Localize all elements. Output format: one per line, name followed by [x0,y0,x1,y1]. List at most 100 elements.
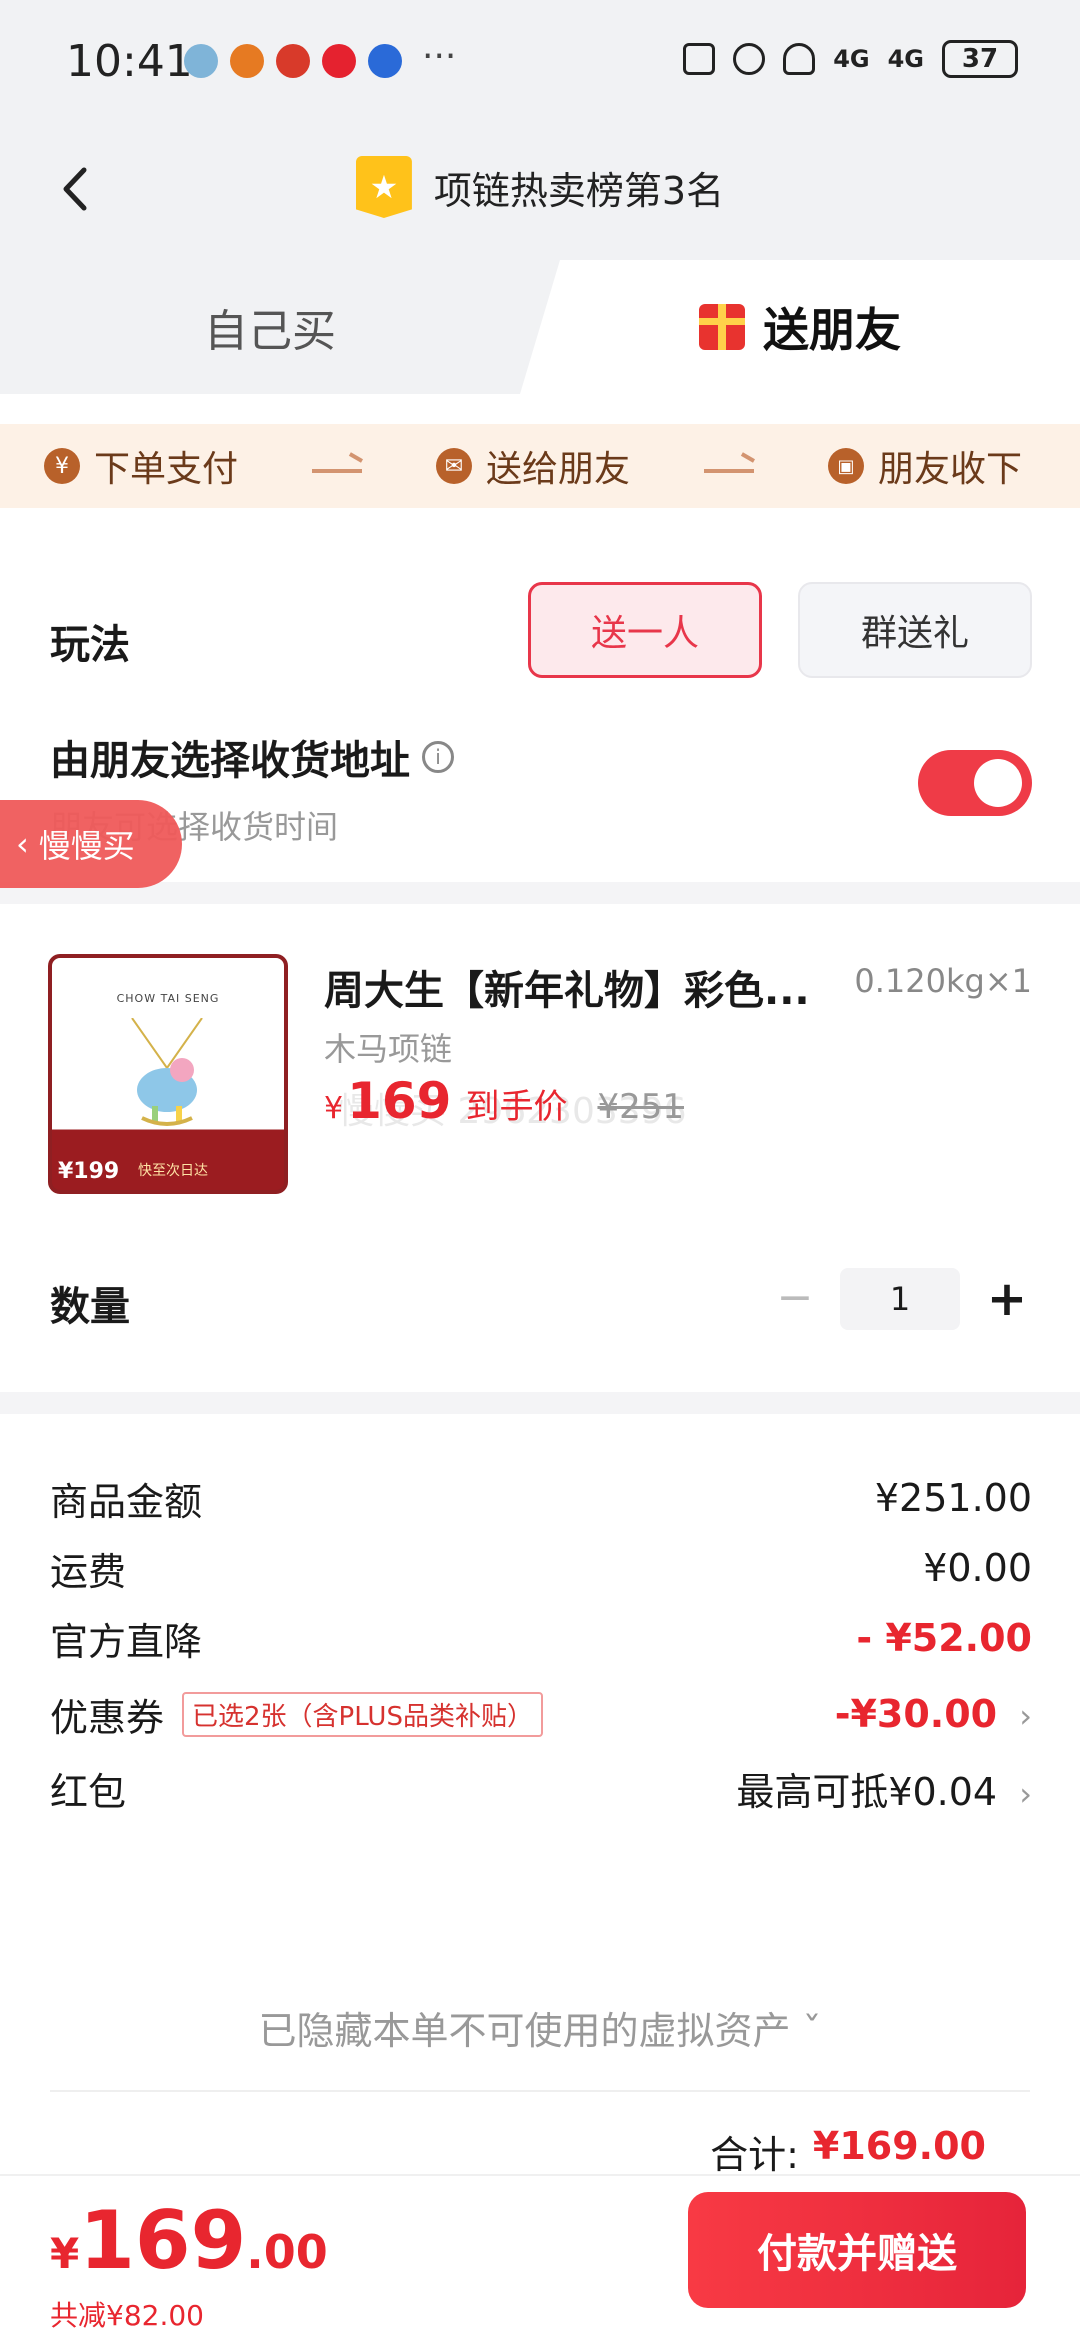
wechat-icon: ✉ [435,448,472,484]
quantity-label: 数量 [50,1284,130,1330]
status-right: 4G 4G 37 [683,40,1018,78]
image-fast-delivery: 快至次日达 [138,1163,208,1179]
goods-amount-label: 商品金额 [50,1479,203,1524]
coupon-value-wrap: -¥30.00 › [835,1692,1032,1736]
app-notification-icon [276,44,310,78]
status-time: 10:41 [66,36,193,87]
step-label: 下单支付 [94,449,239,490]
step-send: ✉ 送给朋友 [435,440,630,492]
tab-self-buy[interactable]: 自己买 [0,260,540,394]
product-price: ¥ 169 到手价 ¥251 [324,1072,684,1130]
friend-address-text: 由朋友选择收货地址 [50,738,410,784]
status-more: ··· [422,36,457,77]
product-weight: 0.120kg×1 [854,962,1032,1000]
final-price-int: 169 [79,2194,247,2287]
fee-breakdown: 商品金额 ¥251.00 运费 ¥0.00 官方直降 - ¥52.00 优惠券 … [0,1414,1080,2177]
mute-icon [783,43,816,75]
header: ★ 项链热卖榜第3名 [0,120,1080,260]
horse-necklace-image [131,1018,203,1126]
app-notification-icon [230,44,264,78]
app-notification-icon [322,44,356,78]
coupon-tag: 已选2张（含PLUS品类补贴） [182,1691,543,1737]
redpacket-row[interactable]: 红包 最高可抵¥0.04 › [50,1758,1032,1818]
signal-2: 4G [887,45,924,73]
chevron-right-icon: › [1019,1697,1032,1735]
redpacket-value-wrap: 最高可抵¥0.04 › [736,1761,1032,1816]
image-price-badge: ¥199 [58,1159,120,1184]
coupon-label-wrap: 优惠券 已选2张（含PLUS品类补贴） [50,1687,543,1742]
purchase-tabs: 自己买 送朋友 [0,260,1080,394]
coupon-label: 优惠券 [50,1695,165,1740]
official-discount-value: - ¥52.00 [856,1616,1032,1660]
redpacket-value: 最高可抵¥0.04 [736,1769,998,1814]
final-currency: ¥ [50,2229,80,2278]
gift-steps: ¥ 下单支付 ✉ 送给朋友 ▣ 朋友收下 [0,424,1080,508]
info-icon[interactable]: i [422,741,454,773]
price-value: 169 [347,1072,452,1130]
manmanmai-float-button[interactable]: ‹ 慢慢买 [0,800,182,888]
nfc-icon [683,43,716,75]
signal-1: 4G [833,45,870,73]
redpacket-label: 红包 [50,1769,127,1814]
tab-send-friend[interactable]: 送朋友 [520,260,1080,394]
quantity-minus-button[interactable]: − [777,1272,814,1323]
final-price-dec: .00 [246,2225,328,2279]
coupon-row[interactable]: 优惠券 已选2张（含PLUS品类补贴） -¥30.00 › [50,1684,1032,1744]
product-card: CHOW TAI SENG ¥199 快至次日达 周大生【新年礼物】彩色... … [0,904,1080,1392]
official-discount-label: 官方直降 [50,1619,203,1664]
arrow-icon [703,459,754,473]
hidden-assets-toggle[interactable]: 已隐藏本单不可使用的虚拟资产 ˇ [0,2000,1080,2055]
gift-icon [699,304,745,350]
quantity-plus-button[interactable]: + [984,1268,1030,1330]
total-label: 合计: [710,2133,799,2177]
gift-steps-section: ¥ 下单支付 ✉ 送给朋友 ▣ 朋友收下 [0,394,1080,532]
coupon-value: -¥30.00 [834,1692,998,1736]
checkout-bar: ¥ 169 .00 共减¥82.00 付款并赠送 [0,2174,1080,2340]
step-receive: ▣ 朋友收下 [827,440,1022,492]
product-name[interactable]: 周大生【新年礼物】彩色... [324,958,844,1016]
alarm-icon [733,43,766,75]
app-notification-icon [368,44,402,78]
group-gift-button[interactable]: 群送礼 [798,582,1032,678]
battery-icon: 37 [942,40,1018,78]
price-tag: 到手价 [465,1087,568,1127]
manmanmai-label: 慢慢买 [38,827,135,865]
title-wrap: ★ 项链热卖榜第3名 [0,156,1080,218]
step-label: 送给朋友 [485,449,630,490]
send-one-button[interactable]: 送一人 [528,582,762,678]
toggle-knob [974,759,1022,807]
tab-send-friend-label: 送朋友 [763,303,901,357]
shipping-row: 运费 ¥0.00 [50,1538,1032,1598]
official-discount-row: 官方直降 - ¥52.00 [50,1608,1032,1668]
original-price: ¥251 [597,1087,684,1127]
yuan-icon: ¥ [44,448,80,484]
price-currency: ¥ [324,1091,344,1126]
product-brand: CHOW TAI SENG [116,992,220,1005]
friend-address-toggle[interactable] [918,750,1032,816]
arrow-icon [312,459,362,473]
battery-level: 37 [961,44,999,74]
total-value: ¥169.00 [812,2124,986,2168]
star-icon: ★ [355,156,412,218]
product-spec: 木马项链 [324,1030,453,1068]
friend-address-label: 由朋友选择收货地址 i [50,728,454,786]
goods-amount-value: ¥251.00 [874,1476,1032,1520]
final-price: ¥ 169 .00 [50,2194,328,2287]
product-image[interactable]: CHOW TAI SENG ¥199 快至次日达 [48,954,288,1194]
chevron-right-icon: › [1019,1774,1032,1813]
quantity-input[interactable]: 1 [840,1268,960,1330]
divider [50,2090,1030,2092]
pay-and-gift-button[interactable]: 付款并赠送 [688,2192,1026,2308]
status-app-icons [184,44,402,78]
play-label: 玩法 [50,622,130,668]
page-title: 项链热卖榜第3名 [433,168,725,213]
step-label: 朋友收下 [877,449,1022,490]
status-bar: 10:41 ··· 4G 4G 37 [0,0,1080,120]
total-row: 合计: ¥169.00 [710,2124,986,2179]
app-notification-icon [184,44,218,78]
gift-box-icon: ▣ [827,448,864,484]
chevron-left-icon: ‹ [16,825,29,863]
shipping-label: 运费 [50,1549,127,1594]
shipping-value: ¥0.00 [923,1546,1032,1590]
step-pay: ¥ 下单支付 [44,440,238,492]
